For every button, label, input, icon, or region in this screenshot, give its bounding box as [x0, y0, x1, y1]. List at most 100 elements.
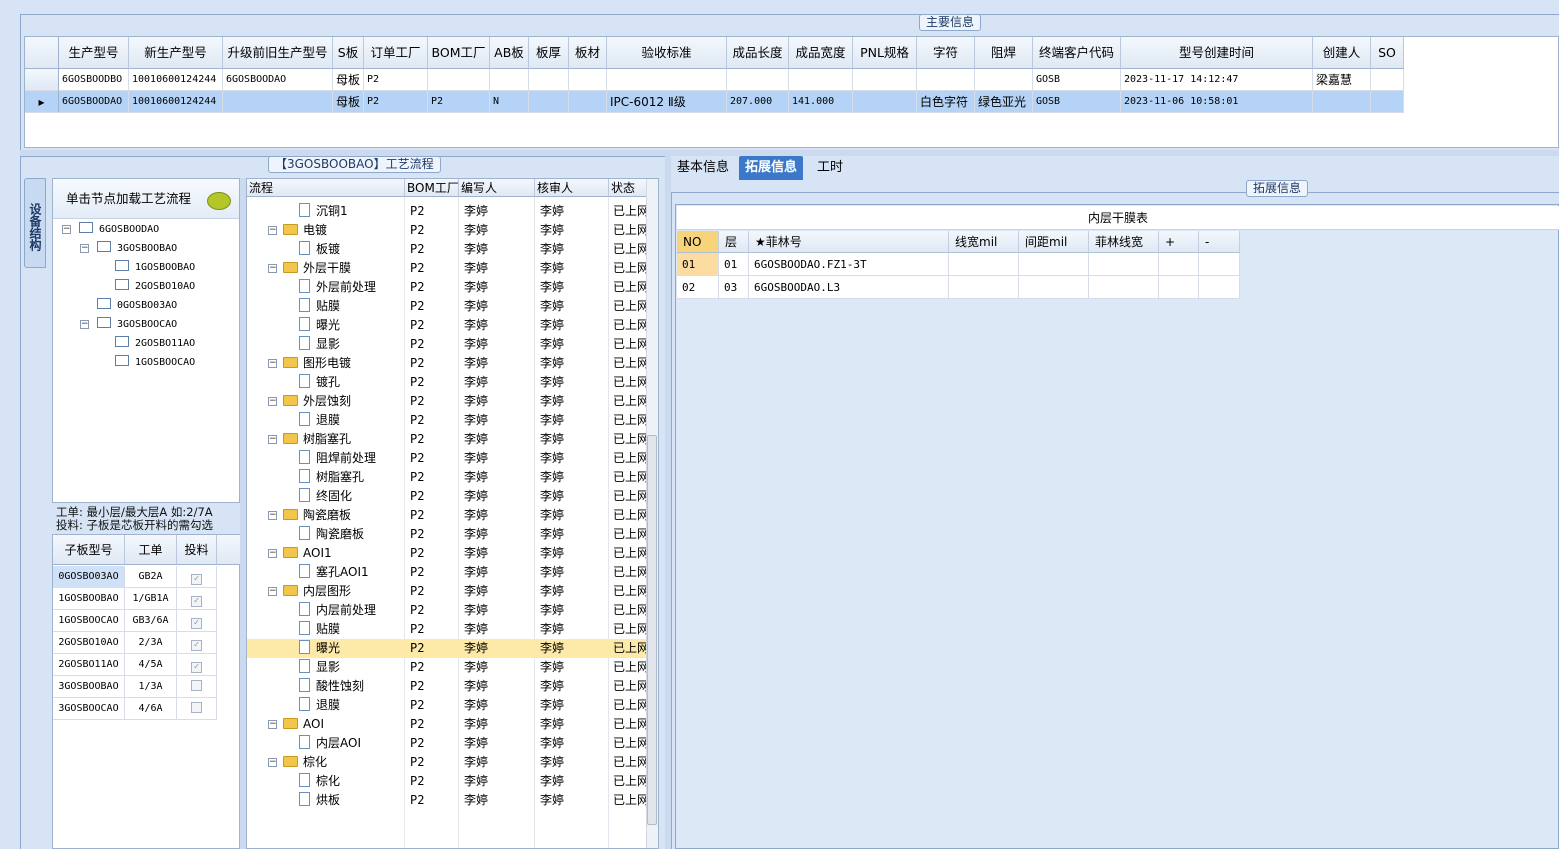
feed-checkbox[interactable]: ✓	[191, 662, 202, 673]
flow-expander[interactable]: −	[268, 435, 277, 444]
main-col-header[interactable]: 创建人	[1313, 37, 1371, 69]
flow-row[interactable]: 沉铜1 P2 李婷 李婷 已上网	[247, 202, 647, 221]
main-cell[interactable]: IPC-6012 Ⅱ级	[607, 91, 727, 113]
main-cell[interactable]	[569, 69, 607, 91]
dryfilm-cell[interactable]	[1199, 276, 1240, 299]
main-cell[interactable]: 白色字符	[917, 91, 975, 113]
dryfilm-cell[interactable]	[1089, 253, 1159, 276]
main-cell[interactable]: P2	[364, 69, 428, 91]
subboard-grid[interactable]: 子板型号 工单 投料 0GOSBO03AO GB2A ✓ 1GOSBOOBAO 1/GB1A ✓…	[52, 534, 241, 849]
tab-extended[interactable]: 拓展信息	[739, 156, 804, 180]
main-cell[interactable]	[917, 69, 975, 91]
flow-col-header[interactable]: 状态	[609, 179, 647, 197]
main-cell[interactable]: 10010600124244	[129, 91, 223, 113]
subboard-col-header[interactable]: 投料	[177, 535, 217, 565]
speech-bubble-icon[interactable]	[207, 192, 231, 210]
flow-row[interactable]: 陶瓷磨板 P2 李婷 李婷 已上网	[247, 525, 647, 544]
feed-checkbox[interactable]: ✓	[191, 596, 202, 607]
dryfilm-cell[interactable]	[1019, 276, 1089, 299]
flow-row[interactable]: 显影 P2 李婷 李婷 已上网	[247, 658, 647, 677]
flow-row[interactable]: 内层前处理 P2 李婷 李婷 已上网	[247, 601, 647, 620]
tab-basic[interactable]: 基本信息	[671, 156, 735, 180]
flow-row[interactable]: 贴膜 P2 李婷 李婷 已上网	[247, 297, 647, 316]
feed-checkbox[interactable]: ✓	[191, 618, 202, 629]
process-flow-grid[interactable]: 流程 BOM工厂 编写人 核审人 状态 沉铜1 P2 李婷 李婷 已上网 电镀 − P2 李婷 李婷 已上网板…	[246, 178, 659, 849]
main-col-header[interactable]: 成品宽度	[789, 37, 853, 69]
flow-expander[interactable]: −	[268, 359, 277, 368]
tree-node[interactable]: 1GOSBOOCAO	[115, 354, 195, 372]
flow-col-header[interactable]: BOM工厂	[405, 179, 459, 197]
flow-row[interactable]: 外层干膜 − P2 李婷 李婷 已上网	[247, 259, 647, 278]
main-cell[interactable]	[975, 69, 1033, 91]
main-cell[interactable]: N	[490, 91, 529, 113]
main-cell[interactable]: GOSB	[1033, 91, 1121, 113]
structure-tree[interactable]: 单击节点加载工艺流程 6GOSBOODAO − 3GOSBOOBAO − 1GOSBOO…	[52, 178, 240, 503]
subboard-row[interactable]: 1GOSBOOBAO 1/GB1A ✓	[53, 588, 241, 610]
main-info-grid[interactable]: 生产型号 新生产型号 升级前旧生产型号 S板 订单工厂 BOM工厂 AB板 板厚 板材 验收标准成…	[24, 36, 1559, 148]
flow-row[interactable]: 镀孔 P2 李婷 李婷 已上网	[247, 373, 647, 392]
flow-expander[interactable]: −	[268, 397, 277, 406]
row-indicator[interactable]: ▸	[25, 91, 59, 113]
main-cell[interactable]: 梁嘉慧	[1313, 69, 1371, 91]
main-col-header[interactable]: SO	[1371, 37, 1404, 69]
main-col-header[interactable]: 生产型号	[59, 37, 129, 69]
main-col-header[interactable]: 成品长度	[727, 37, 789, 69]
dryfilm-col-header[interactable]: 菲林线宽	[1089, 231, 1159, 253]
tree-expander[interactable]: −	[80, 320, 89, 329]
dryfilm-col-header[interactable]: +	[1159, 231, 1199, 253]
flow-expander[interactable]: −	[268, 511, 277, 520]
flow-row[interactable]: 酸性蚀刻 P2 李婷 李婷 已上网	[247, 677, 647, 696]
main-cell[interactable]: 2023-11-06 10:58:01	[1121, 91, 1313, 113]
main-col-header[interactable]: 订单工厂	[364, 37, 428, 69]
flow-row[interactable]: 烘板 P2 李婷 李婷 已上网	[247, 791, 647, 810]
main-cell[interactable]: 母板	[333, 69, 364, 91]
main-col-header[interactable]: 验收标准	[607, 37, 727, 69]
flow-row[interactable]: 内层AOI P2 李婷 李婷 已上网	[247, 734, 647, 753]
dryfilm-col-header[interactable]: 线宽mil	[949, 231, 1019, 253]
main-col-header[interactable]: 新生产型号	[129, 37, 223, 69]
device-structure-tab[interactable]: 设备结构	[24, 178, 46, 268]
tree-node[interactable]: 1GOSBOOBAO	[115, 259, 195, 277]
tree-node[interactable]: 0GOSBO03AO	[97, 297, 177, 315]
flow-row[interactable]: 棕化 − P2 李婷 李婷 已上网	[247, 753, 647, 772]
flow-col-header[interactable]: 核审人	[535, 179, 609, 197]
main-cell[interactable]	[1313, 91, 1371, 113]
dryfilm-cell[interactable]	[949, 276, 1019, 299]
dryfilm-cell[interactable]: 01	[719, 253, 749, 276]
dryfilm-cell[interactable]: 6GOSBOODAO.FZ1-3T	[749, 253, 949, 276]
main-col-header[interactable]: S板	[333, 37, 364, 69]
main-cell[interactable]: 207.000	[727, 91, 789, 113]
flow-row[interactable]: 阻焊前处理 P2 李婷 李婷 已上网	[247, 449, 647, 468]
flow-expander[interactable]: −	[268, 226, 277, 235]
tree-node[interactable]: 2GOSBO10AO	[115, 278, 195, 296]
main-cell[interactable]	[727, 69, 789, 91]
tree-node[interactable]: 3GOSBOOCAO	[97, 316, 177, 334]
main-cell[interactable]	[529, 69, 569, 91]
flow-expander[interactable]: −	[268, 758, 277, 767]
row-indicator[interactable]	[25, 69, 59, 91]
main-table-row[interactable]: ▸ 6GOSBOODAO 10010600124244 母板 P2 P2 N IPC-6012…	[25, 91, 1559, 113]
main-col-header[interactable]: PNL规格	[853, 37, 917, 69]
subboard-col-header[interactable]: 子板型号	[53, 535, 125, 565]
tree-node[interactable]: 6GOSBOODAO	[79, 221, 159, 239]
main-cell[interactable]	[428, 69, 490, 91]
tree-node[interactable]: 3GOSBOOBAO	[97, 240, 177, 258]
dryfilm-cell[interactable]	[1089, 276, 1159, 299]
main-col-header[interactable]: 升级前旧生产型号	[223, 37, 333, 69]
flow-row[interactable]: 板镀 P2 李婷 李婷 已上网	[247, 240, 647, 259]
main-col-header[interactable]: 型号创建时间	[1121, 37, 1313, 69]
dryfilm-col-header[interactable]: -	[1199, 231, 1240, 253]
flow-row[interactable]: 退膜 P2 李婷 李婷 已上网	[247, 696, 647, 715]
main-cell[interactable]: P2	[364, 91, 428, 113]
main-cell[interactable]: 母板	[333, 91, 364, 113]
main-col-header[interactable]: 终端客户代码	[1033, 37, 1121, 69]
main-cell[interactable]	[853, 69, 917, 91]
main-col-header[interactable]: 板材	[569, 37, 607, 69]
main-cell[interactable]: 6GOSBOODBO	[59, 69, 129, 91]
flow-row[interactable]: 内层图形 − P2 李婷 李婷 已上网	[247, 582, 647, 601]
feed-checkbox[interactable]	[191, 702, 202, 713]
main-col-header[interactable]: AB板	[490, 37, 529, 69]
main-cell[interactable]: 绿色亚光	[975, 91, 1033, 113]
dryfilm-row[interactable]: 02 03 6GOSBOODAO.L3	[677, 276, 1240, 299]
main-cell[interactable]: 141.000	[789, 91, 853, 113]
